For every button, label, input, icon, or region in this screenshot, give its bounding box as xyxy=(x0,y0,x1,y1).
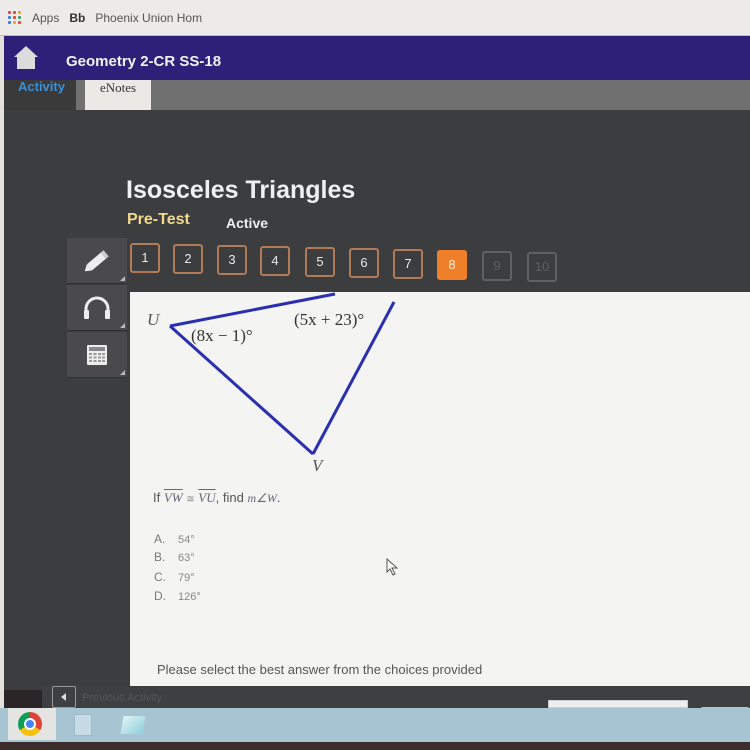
headphones-icon xyxy=(84,296,110,319)
target-angle: m∠W xyxy=(247,491,277,505)
question-button-7[interactable]: 7 xyxy=(393,249,423,279)
question-button-10-locked: 10 xyxy=(527,252,557,282)
lesson-title: Isosceles Triangles xyxy=(126,176,356,204)
course-title: Geometry 2-CR SS-18 xyxy=(66,52,222,70)
tab-activity[interactable]: Activity xyxy=(0,80,76,110)
lesson-type: Pre-Test xyxy=(127,211,190,228)
angle-label-u: (8x − 1)° xyxy=(191,326,253,345)
home-icon[interactable] xyxy=(14,46,38,70)
segment-vu: VU xyxy=(198,490,216,505)
monitor-bezel xyxy=(0,742,750,750)
window-edge xyxy=(0,36,4,750)
apps-grid-icon[interactable] xyxy=(8,10,22,25)
angle-label-w: (5x + 23)° xyxy=(294,310,365,329)
choice-a[interactable]: A. 54° xyxy=(154,532,195,546)
pencil-tool-button[interactable] xyxy=(67,238,127,284)
question-button-8-current[interactable]: 8 xyxy=(437,250,467,280)
pencil-icon xyxy=(84,250,109,272)
segment-vw: VW xyxy=(163,490,183,505)
bookmarks-bar: Apps Bb Phoenix Union Hom xyxy=(0,0,750,36)
calculator-icon xyxy=(87,345,107,365)
bookmark-apps[interactable]: Apps xyxy=(32,11,59,25)
calculator-tool-button[interactable] xyxy=(67,332,127,378)
question-button-3[interactable]: 3 xyxy=(217,245,247,275)
question-button-1[interactable]: 1 xyxy=(130,243,160,273)
calculator-app-icon[interactable] xyxy=(74,714,92,736)
bookmark-blackboard[interactable]: Bb xyxy=(69,11,85,25)
taskbar xyxy=(0,708,750,742)
choice-b[interactable]: B. 63° xyxy=(154,550,195,564)
answer-area-edge xyxy=(548,700,688,708)
triangle-figure xyxy=(168,292,396,456)
choice-c[interactable]: C. 79° xyxy=(154,570,195,584)
chrome-icon[interactable] xyxy=(18,712,42,736)
question-button-5[interactable]: 5 xyxy=(305,247,335,277)
notes-app-icon[interactable] xyxy=(120,716,146,734)
tabs-row: Activity eNotes xyxy=(0,80,750,110)
previous-activity-button[interactable] xyxy=(52,686,76,708)
congruent-symbol: ≅ xyxy=(186,494,195,505)
tab-enotes[interactable]: eNotes xyxy=(85,80,151,110)
mouse-cursor-icon xyxy=(386,558,399,576)
vertex-label-u: U xyxy=(147,310,160,329)
bookmark-phoenix-union[interactable]: Phoenix Union Hom xyxy=(95,11,202,25)
question-button-4[interactable]: 4 xyxy=(260,246,290,276)
question-text: If VW ≅ VU, find m∠W. xyxy=(153,490,281,505)
audio-tool-button[interactable] xyxy=(67,285,127,331)
question-button-6[interactable]: 6 xyxy=(349,248,379,278)
question-button-9-locked: 9 xyxy=(482,251,512,281)
question-button-2[interactable]: 2 xyxy=(173,244,203,274)
previous-activity-label[interactable]: Previous Activity xyxy=(82,692,162,704)
choice-d[interactable]: D. 126° xyxy=(154,589,201,603)
instruction-text: Please select the best answer from the c… xyxy=(157,662,483,677)
lesson-status: Active xyxy=(226,215,269,231)
vertex-label-v: V xyxy=(312,456,323,475)
course-header: Geometry 2-CR SS-18 xyxy=(0,36,750,80)
